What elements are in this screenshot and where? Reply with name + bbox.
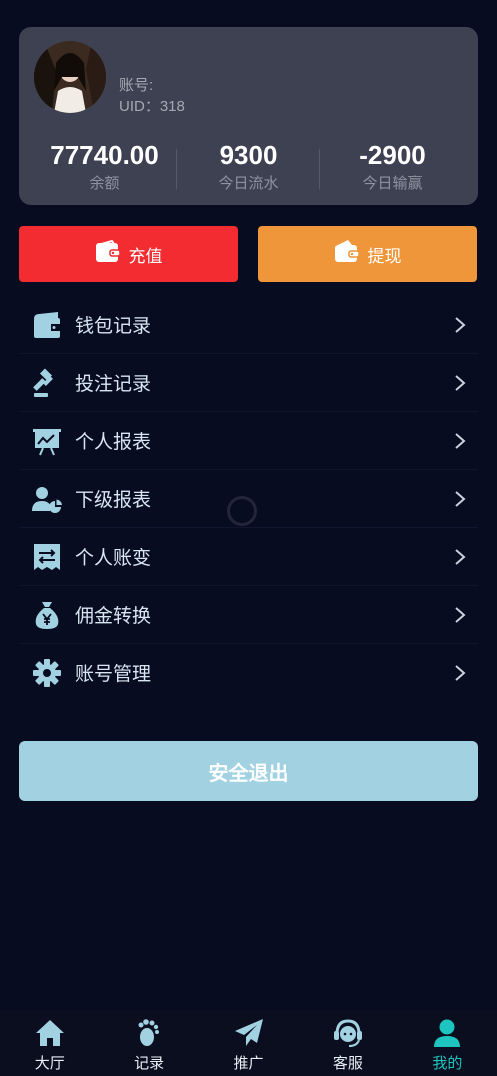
wallet-icon xyxy=(32,310,62,340)
menu-label: 个人报表 xyxy=(75,432,152,453)
stat-label: 今日输赢 xyxy=(362,175,423,192)
home-icon xyxy=(35,1020,64,1046)
chevron-right-icon xyxy=(455,432,466,449)
user-pie-icon xyxy=(32,484,62,514)
menu-label: 账号管理 xyxy=(75,664,152,685)
money-bag-icon xyxy=(32,600,62,630)
menu-item-commission-convert[interactable]: 佣金转换 xyxy=(19,586,478,644)
menu-item-wallet-records[interactable]: 钱包记录 xyxy=(19,296,478,354)
menu-label: 钱包记录 xyxy=(75,316,152,337)
wallet-icon xyxy=(334,239,360,269)
stat-value: -2900 xyxy=(359,140,426,170)
paper-plane-icon xyxy=(234,1019,263,1046)
menu-label: 个人账变 xyxy=(75,548,152,569)
stat-winloss: -2900 今日输赢 xyxy=(316,140,469,194)
user-icon xyxy=(434,1019,461,1047)
menu-item-account-management[interactable]: 账号管理 xyxy=(19,644,478,701)
tab-customer-service[interactable]: 客服 xyxy=(298,1010,397,1076)
stat-turnover: 9300 今日流水 xyxy=(172,140,325,194)
gear-icon xyxy=(32,658,62,688)
account-label: 账号: xyxy=(119,77,154,94)
tab-promotion[interactable]: 推广 xyxy=(199,1010,298,1076)
uid-text: UID：318 xyxy=(119,98,185,115)
withdraw-label: 提现 xyxy=(367,246,402,266)
bottom-tab-bar: 大厅 记录 推广 客服 我的 xyxy=(0,1010,497,1076)
chevron-right-icon xyxy=(455,664,466,681)
loading-spinner xyxy=(227,496,257,526)
chevron-right-icon xyxy=(455,548,466,565)
menu-item-bet-records[interactable]: 投注记录 xyxy=(19,354,478,412)
menu-item-personal-report[interactable]: 个人报表 xyxy=(19,412,478,470)
tab-lobby[interactable]: 大厅 xyxy=(0,1010,99,1076)
stat-value: 9300 xyxy=(219,140,278,170)
wallet-icon xyxy=(95,239,121,269)
chevron-right-icon xyxy=(455,606,466,623)
recharge-button[interactable]: 充值 xyxy=(19,226,238,282)
gavel-icon xyxy=(32,367,62,398)
exchange-receipt-icon xyxy=(32,542,62,572)
chart-board-icon xyxy=(32,426,62,456)
withdraw-button[interactable]: 提现 xyxy=(258,226,477,282)
tab-label: 推广 xyxy=(233,1055,264,1072)
logout-button[interactable]: 安全退出 xyxy=(19,741,478,801)
tab-label: 我的 xyxy=(432,1055,463,1072)
menu-label: 投注记录 xyxy=(75,374,152,395)
profile-card: 账号: UID：318 77740.00 余额 9300 今日流水 -2900 … xyxy=(19,27,478,205)
footprint-icon xyxy=(138,1019,160,1046)
stat-label: 今日流水 xyxy=(218,175,279,192)
stat-balance: 77740.00 余额 xyxy=(28,140,181,194)
tab-label: 记录 xyxy=(134,1055,165,1072)
avatar[interactable] xyxy=(34,41,106,113)
menu-item-account-changes[interactable]: 个人账变 xyxy=(19,528,478,586)
stat-label: 余额 xyxy=(89,175,120,192)
tab-mine[interactable]: 我的 xyxy=(398,1010,497,1076)
chevron-right-icon xyxy=(455,490,466,507)
chevron-right-icon xyxy=(455,374,466,391)
stat-value: 77740.00 xyxy=(50,140,159,170)
chevron-right-icon xyxy=(455,316,466,333)
tab-label: 大厅 xyxy=(34,1055,65,1072)
recharge-label: 充值 xyxy=(128,246,163,266)
tab-records[interactable]: 记录 xyxy=(99,1010,198,1076)
menu-label: 下级报表 xyxy=(75,490,152,511)
tab-label: 客服 xyxy=(332,1055,363,1072)
menu-label: 佣金转换 xyxy=(75,606,152,627)
headset-icon xyxy=(333,1019,362,1047)
